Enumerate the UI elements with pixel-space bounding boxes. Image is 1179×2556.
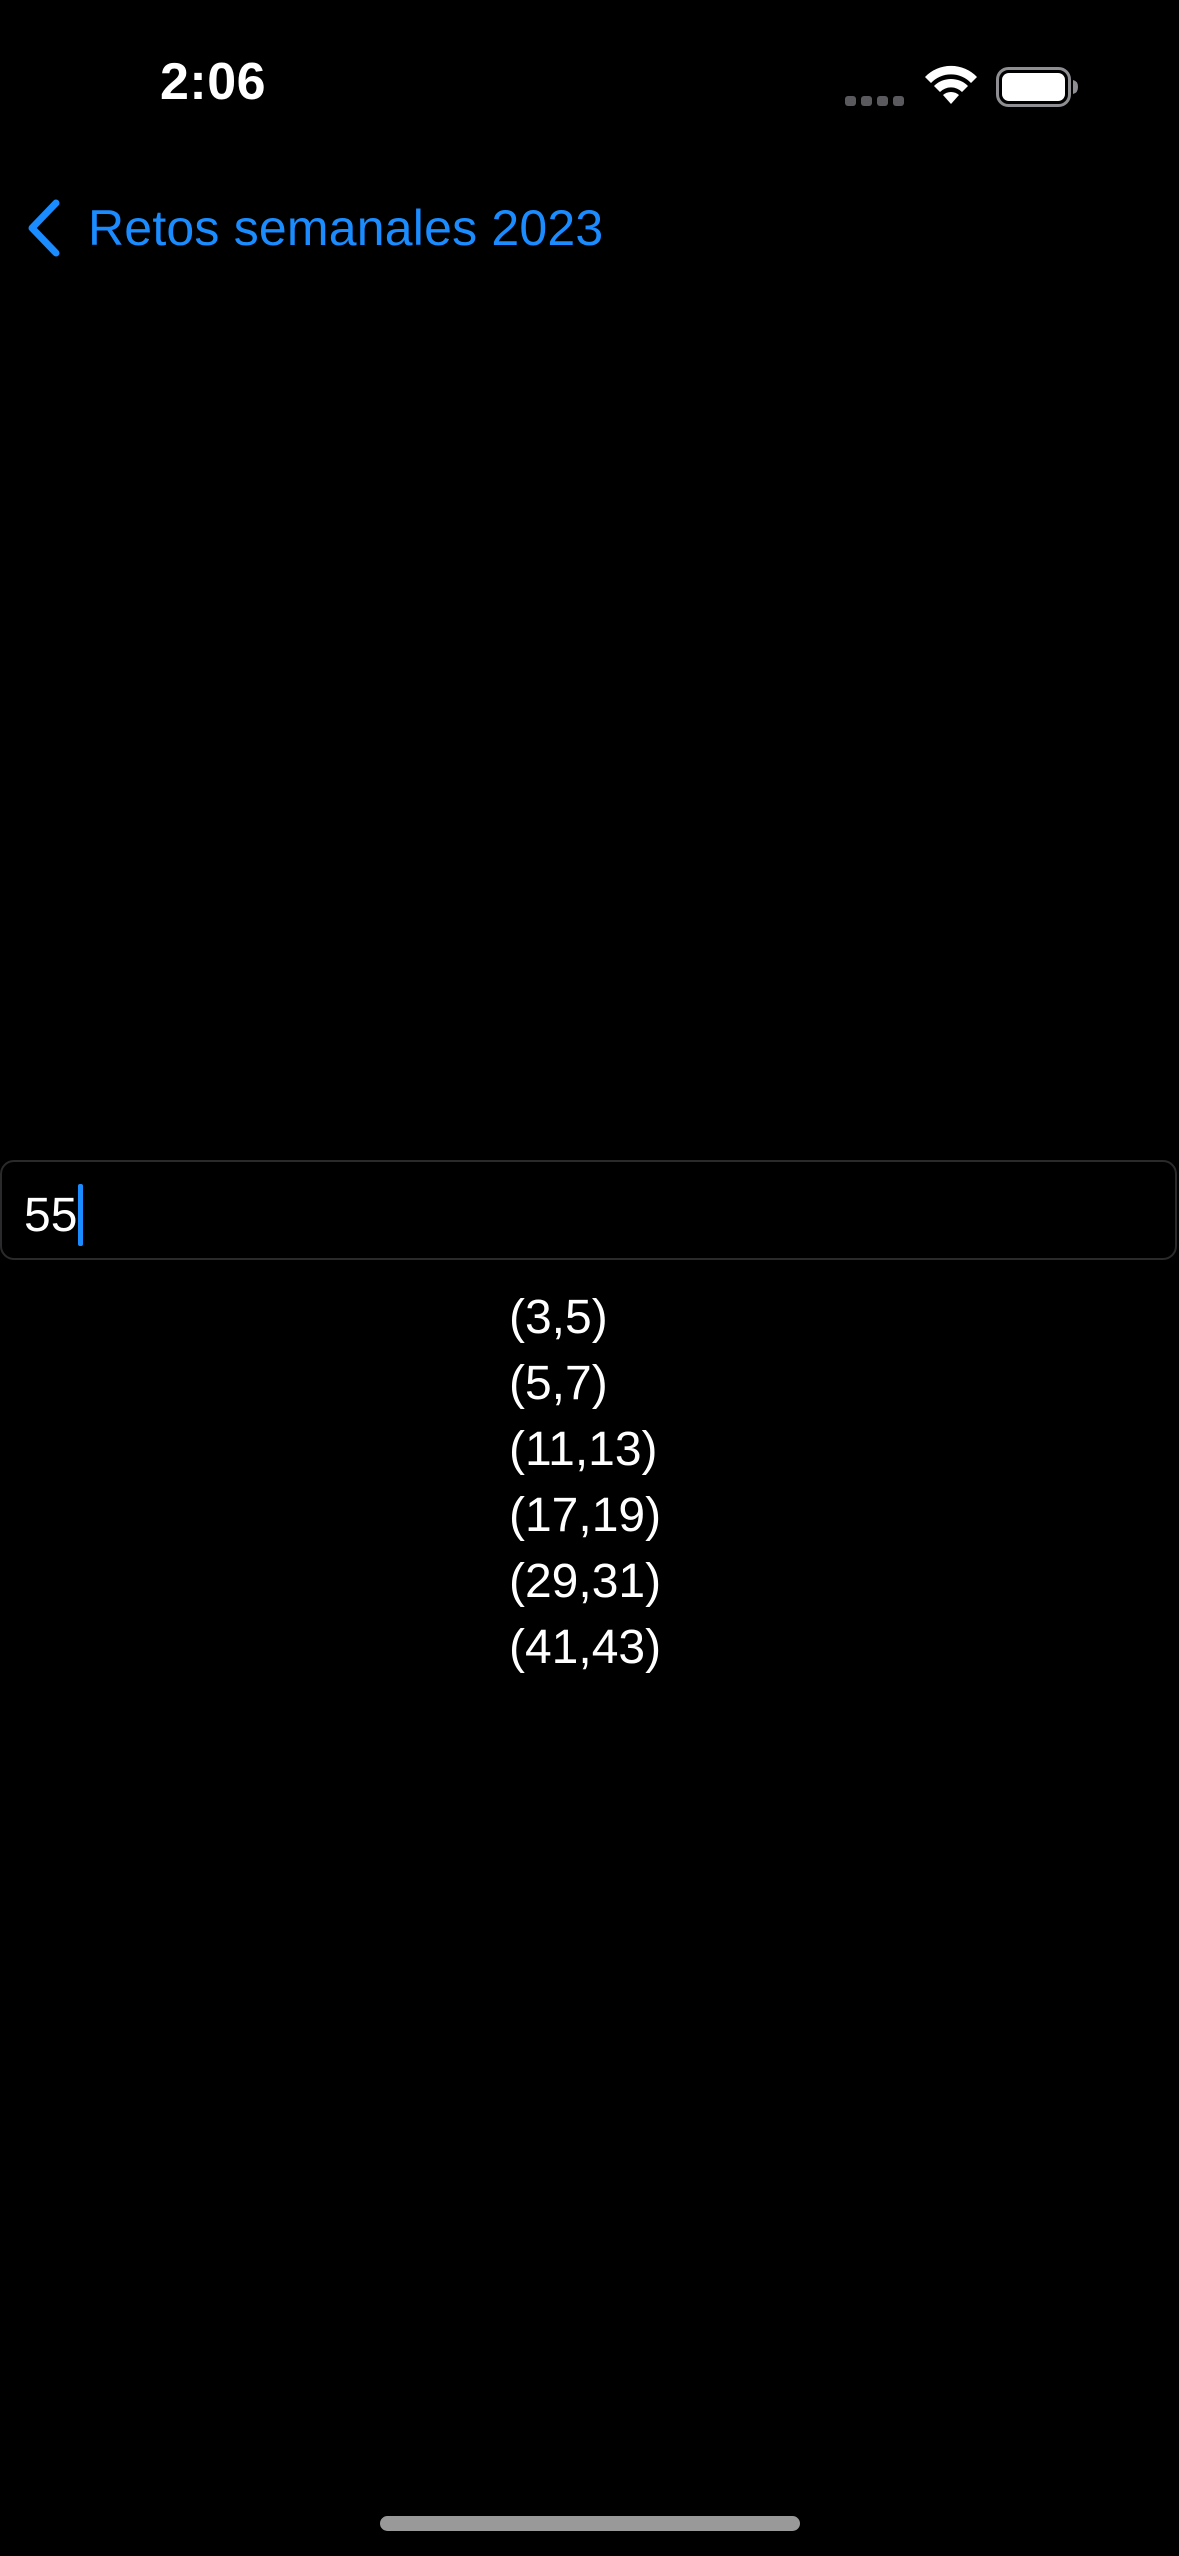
list-item: (41,43): [509, 1621, 662, 1674]
list-item: (5,7): [509, 1357, 608, 1410]
wifi-icon: [925, 65, 977, 104]
status-time: 2:06: [160, 53, 267, 111]
status-bar: 2:06: [0, 0, 1179, 160]
chevron-left-icon: [28, 199, 60, 257]
list-item: (3,5): [509, 1291, 608, 1344]
home-indicator[interactable]: [380, 2516, 800, 2531]
back-button-label: Retos semanales 2023: [88, 200, 604, 256]
battery-icon: [996, 67, 1078, 107]
text-caret: [78, 1184, 84, 1246]
number-input[interactable]: 55: [0, 1160, 1177, 1260]
number-input-text: 55: [24, 1188, 78, 1242]
list-item: (29,31): [509, 1555, 662, 1608]
number-input-value[interactable]: 55: [24, 1184, 84, 1246]
list-item: (11,13): [509, 1423, 658, 1476]
twin-primes-list: (3,5) (5,7) (11,13) (17,19) (29,31) (41,…: [509, 1285, 661, 1681]
back-button[interactable]: Retos semanales 2023: [22, 180, 603, 276]
navigation-bar: Retos semanales 2023: [0, 180, 1179, 276]
cellular-signal-icon: [845, 96, 905, 106]
list-item: (17,19): [509, 1489, 662, 1542]
